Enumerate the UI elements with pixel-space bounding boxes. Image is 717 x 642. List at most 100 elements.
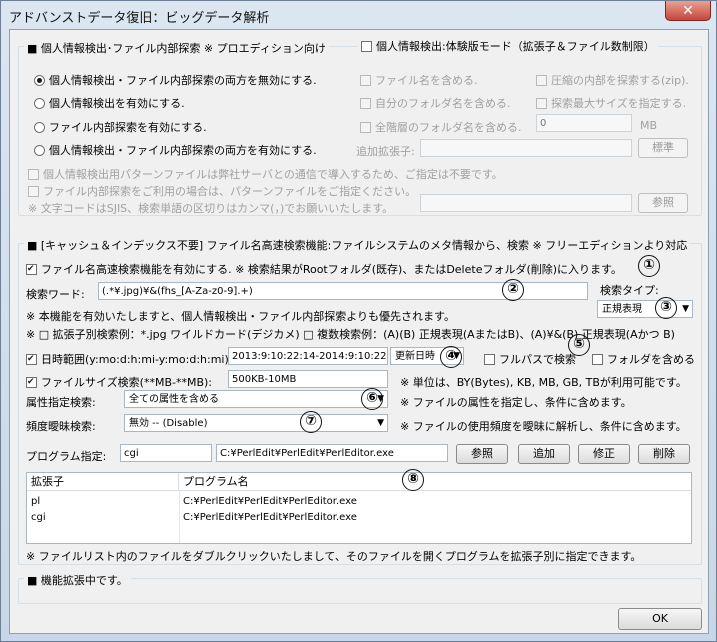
note-pattern-server-box[interactable]	[28, 169, 39, 180]
opt-own-folder-label: 自分のフォルダ名を含める.	[375, 97, 511, 110]
radio-enable-both-label: 個人情報検出・ファイル内部探索の両方を有効にする.	[49, 144, 317, 157]
radio-file-search-dot[interactable]	[34, 122, 45, 133]
freq-chevron-down-icon: ▼	[377, 418, 384, 428]
attr-select[interactable]: 全ての属性を含める ▼	[124, 390, 388, 408]
full-path-checkbox-box[interactable]	[484, 354, 495, 365]
opt-filename[interactable]: ファイル名を含める.	[360, 72, 478, 88]
fast-search-enable-label: ファイル名高速検索機能を有効にする. ※ 検索結果がRootフォルダ(既存)、ま…	[41, 263, 622, 276]
search-type-label: 検索タイプ:	[600, 284, 659, 297]
radio-enable-both-dot[interactable]	[34, 145, 45, 156]
window-title: アドバンストデータ復旧：ビッグデータ解析	[9, 11, 270, 26]
trial-mode-checkbox[interactable]: 個人情報検出:体験版モード（拡張子＆ファイル数制限）	[358, 38, 658, 54]
extension-group-title: ■ 機能拡張中です。	[24, 572, 131, 588]
trial-mode-checkbox-box[interactable]	[361, 41, 372, 52]
program-delete-button[interactable]: 削除	[638, 444, 690, 464]
file-size-input[interactable]: 500KB-10MB	[228, 370, 388, 388]
opt-own-folder[interactable]: 自分のフォルダ名を含める.	[360, 95, 511, 111]
program-label: プログラム指定:	[26, 450, 107, 463]
column-header-program[interactable]: プログラム名	[179, 473, 691, 491]
note-pattern-server: 個人情報検出用パターンファイルは弊社サーバとの通信で導入するため、ご指定は不要で…	[28, 166, 503, 182]
radio-file-search[interactable]: ファイル内部探索を有効にする.	[34, 119, 207, 135]
marker-5: ⑤	[568, 334, 590, 356]
radio-enable-both[interactable]: 個人情報検出・ファイル内部探索の両方を有効にする.	[34, 142, 317, 158]
date-range-input[interactable]: 2013:9:10:22:14-2014:9:10:22:14	[228, 347, 388, 365]
freq-note: ※ ファイルの使用頻度を曖昧に解析し、条件に含めます。	[400, 420, 687, 433]
radio-file-search-label: ファイル内部探索を有効にする.	[49, 121, 207, 134]
pattern-file-input[interactable]	[420, 194, 632, 212]
note-encoding: ※ 文字コードはSJIS、検索単語の区切りはカンマ(，)でお願いいたします。	[28, 202, 394, 215]
program-browse-button[interactable]: 参照	[456, 444, 508, 464]
add-ext-input[interactable]	[420, 139, 632, 157]
app-window: アドバンストデータ復旧：ビッグデータ解析 ✕ ■ 個人情報検出･ファイル内部探索…	[0, 0, 717, 642]
program-note: ※ ファイルリスト内のファイルをダブルクリックいたしまして、そのファイルを開くプ…	[26, 550, 642, 563]
trial-mode-label: 個人情報検出:体験版モード（拡張子＆ファイル数制限）	[376, 40, 655, 53]
include-folder-checkbox-box[interactable]	[592, 354, 603, 365]
table-row-ext[interactable]: cgi	[27, 511, 46, 525]
radio-disable-both-dot[interactable]	[34, 75, 45, 86]
opt-all-folders-label: 全階層のフォルダ名を含める.	[375, 121, 522, 134]
opt-max-size[interactable]: 探索最大サイズを指定する.	[536, 95, 686, 111]
date-range-checkbox[interactable]: 日時範囲(y:mo:d:h:mi-y:mo:d:h:mi):	[26, 351, 232, 367]
max-size-input[interactable]: 0	[536, 114, 632, 132]
ok-button[interactable]: OK	[618, 608, 702, 630]
opt-filename-box[interactable]	[360, 75, 371, 86]
program-path-input[interactable]: C:¥PerlEdit¥PerlEdit¥PerlEditor.exe	[216, 444, 448, 462]
priority-note: ※ 本機能を有効いたしますと、個人情報検出・ファイル内部探索よりも優先されます。	[26, 310, 455, 323]
program-list[interactable]: 拡張子 プログラム名 pl C:¥PerlEdit¥PerlEdit¥PerlE…	[26, 472, 692, 544]
full-path-checkbox[interactable]: フルパスで検索	[484, 351, 576, 367]
add-ext-label: 追加拡張子:	[356, 145, 415, 158]
personal-info-group-title: ■ 個人情報検出･ファイル内部探索 ※ プロエディション向け	[24, 40, 329, 56]
include-folder-checkbox[interactable]: フォルダを含める	[592, 351, 695, 367]
close-button[interactable]: ✕	[665, 1, 711, 21]
attr-label: 属性指定検索:	[26, 396, 96, 409]
close-icon: ✕	[682, 2, 694, 19]
file-size-checkbox[interactable]: ファイルサイズ検索(**MB-**MB):	[26, 374, 212, 390]
marker-8: ⑧	[402, 469, 424, 491]
radio-disable-both-label: 個人情報検出・ファイル内部探索の両方を無効にする.	[49, 74, 317, 87]
marker-7: ⑦	[300, 411, 322, 433]
file-size-label: ファイルサイズ検索(**MB-**MB):	[41, 376, 213, 389]
dialog-client: ■ 個人情報検出･ファイル内部探索 ※ プロエディション向け 個人情報検出:体験…	[9, 29, 709, 634]
full-path-label: フルパスで検索	[499, 353, 576, 366]
max-size-unit: MB	[640, 119, 658, 132]
marker-3: ③	[655, 297, 677, 319]
opt-own-folder-box[interactable]	[360, 98, 371, 109]
standard-button[interactable]: 標準	[638, 138, 688, 158]
table-row-ext[interactable]: pl	[27, 495, 40, 509]
radio-personal-info-label: 個人情報検出を有効にする.	[49, 97, 185, 110]
opt-all-folders[interactable]: 全階層のフォルダ名を含める.	[360, 119, 522, 135]
freq-select[interactable]: 無効 -- (Disable) ▼	[124, 414, 388, 432]
program-edit-button[interactable]: 修正	[578, 444, 630, 464]
opt-all-folders-box[interactable]	[360, 122, 371, 133]
note-pattern-file-text: ファイル内部探索をご利用の場合は、パターンファイルをご指定ください。	[43, 185, 417, 198]
note-pattern-file: ファイル内部探索をご利用の場合は、パターンファイルをご指定ください。	[28, 183, 416, 199]
table-row-program[interactable]: C:¥PerlEdit¥PerlEdit¥PerlEditor.exe	[179, 511, 357, 525]
table-row-program[interactable]: C:¥PerlEdit¥PerlEdit¥PerlEditor.exe	[179, 495, 357, 509]
keyword-label: 検索ワード:	[26, 288, 85, 301]
note-pattern-file-box[interactable]	[28, 186, 39, 197]
date-type-value: 更新日時	[395, 351, 435, 362]
fast-search-enable[interactable]: ファイル名高速検索機能を有効にする. ※ 検索結果がRootフォルダ(既存)、ま…	[26, 261, 622, 277]
attr-note: ※ ファイルの属性を指定し、条件に含めます。	[400, 396, 632, 409]
note-pattern-server-text: 個人情報検出用パターンファイルは弊社サーバとの通信で導入するため、ご指定は不要で…	[43, 168, 503, 181]
opt-max-size-label: 探索最大サイズを指定する.	[551, 97, 687, 110]
marker-4: ④	[440, 346, 462, 368]
file-size-checkbox-box[interactable]	[26, 377, 37, 388]
attr-value: 全ての属性を含める	[129, 394, 219, 405]
search-type-select[interactable]: 正規表現 ▼	[597, 300, 693, 318]
fast-search-enable-box[interactable]	[26, 264, 37, 275]
radio-personal-info-dot[interactable]	[34, 98, 45, 109]
radio-disable-both[interactable]: 個人情報検出・ファイル内部探索の両方を無効にする.	[34, 72, 317, 88]
program-ext-input[interactable]: cgi	[120, 444, 212, 462]
pattern-browse-button[interactable]: 参照	[638, 193, 688, 213]
opt-zip-box[interactable]	[536, 75, 547, 86]
opt-zip-label: 圧縮の内部を探索する(zip).	[551, 74, 689, 87]
include-folder-label: フォルダを含める	[607, 353, 695, 366]
opt-max-size-box[interactable]	[536, 98, 547, 109]
radio-personal-info[interactable]: 個人情報検出を有効にする.	[34, 95, 185, 111]
column-header-extension[interactable]: 拡張子	[27, 473, 179, 491]
program-add-button[interactable]: 追加	[518, 444, 570, 464]
opt-zip[interactable]: 圧縮の内部を探索する(zip).	[536, 72, 689, 88]
date-range-checkbox-box[interactable]	[26, 354, 37, 365]
search-type-value: 正規表現	[602, 304, 642, 315]
